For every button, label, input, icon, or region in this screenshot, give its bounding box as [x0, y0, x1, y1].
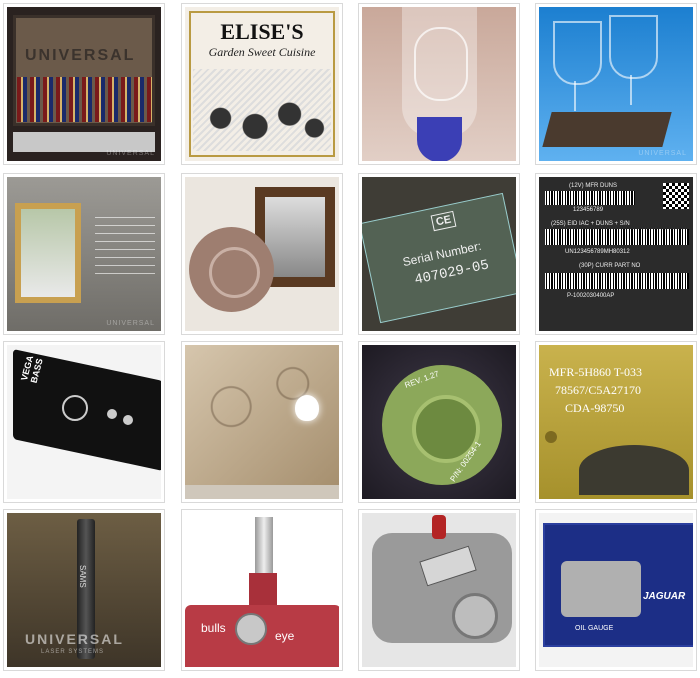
barcode-number-2: UN123456789MH80312: [565, 249, 630, 255]
gallery-tile-display-case[interactable]: UNIVERSAL UNIVERSAL: [3, 3, 165, 165]
sign-title: ELISE'S: [220, 19, 304, 44]
gallery-tile-wedding-frame[interactable]: UNIVERSAL: [3, 173, 165, 335]
gallery-tile-gold-part[interactable]: MFR-5H860 T-033 78567/C5A27170 CDA-98750: [535, 341, 697, 503]
gold-line-1: MFR-5H860 T-033: [549, 365, 643, 379]
oil-gauge-label: OIL GAUGE: [575, 625, 614, 632]
gallery-tile-etched-vase[interactable]: [358, 3, 520, 165]
gallery-tile-coaster-frame[interactable]: [181, 173, 343, 335]
gallery-tile-serial-glass[interactable]: CE Serial Number: 407029-05: [358, 173, 520, 335]
gallery-tile-flashlight[interactable]: SAMS UNIVERSAL LASER SYSTEMS: [3, 509, 165, 671]
gallery-tile-laptop[interactable]: [181, 341, 343, 503]
barcode-line-1-label: (12V) MFR DUNS: [569, 183, 618, 189]
putter-brand-2: eye: [275, 629, 295, 643]
gallery-tile-wine-glasses[interactable]: UNIVERSAL: [535, 3, 697, 165]
watermark-text: UNIVERSAL: [106, 320, 155, 327]
gallery-tile-green-cap[interactable]: REV. 1.27 P/N: 00254-1: [358, 341, 520, 503]
flashlight-word: SAMS: [78, 565, 87, 588]
brand-text: UNIVERSAL: [25, 631, 124, 647]
gold-line-2: 78567/C5A27170: [555, 383, 642, 397]
gallery-tile-jaguar[interactable]: JAGUAR OIL GAUGE: [535, 509, 697, 671]
jaguar-brand: JAGUAR: [643, 591, 686, 602]
putter-brand-1: bulls: [201, 621, 226, 635]
barcode-line-3-label: (30P) CURR PART NO: [579, 263, 641, 269]
barcode-number-3: P-1002030400AP: [567, 293, 615, 299]
barcode-number-1: 123456789: [573, 207, 604, 213]
gold-line-3: CDA-98750: [565, 401, 625, 415]
apple-logo-icon: [295, 395, 319, 421]
image-gallery: UNIVERSAL UNIVERSAL ELISE'S Garden Sweet…: [0, 0, 700, 678]
gallery-tile-elises-sign[interactable]: ELISE'S Garden Sweet Cuisine: [181, 3, 343, 165]
watermark-text: UNIVERSAL: [106, 150, 155, 157]
gallery-tile-vega-bass[interactable]: VEGA BASS: [3, 341, 165, 503]
barcode-line-2-label: (25S) EID IAC + DUNS + S/N: [551, 221, 630, 227]
gallery-tile-barcode-label[interactable]: (12V) MFR DUNS 123456789 (25S) EID IAC +…: [535, 173, 697, 335]
sign-subtitle: Garden Sweet Cuisine: [208, 45, 316, 59]
gallery-tile-putter[interactable]: bulls eye: [181, 509, 343, 671]
brand-text: UNIVERSAL: [25, 47, 136, 64]
brand-subtext: LASER SYSTEMS: [41, 649, 105, 655]
gallery-tile-engine-part[interactable]: [358, 509, 520, 671]
watermark-text: UNIVERSAL: [638, 150, 687, 157]
